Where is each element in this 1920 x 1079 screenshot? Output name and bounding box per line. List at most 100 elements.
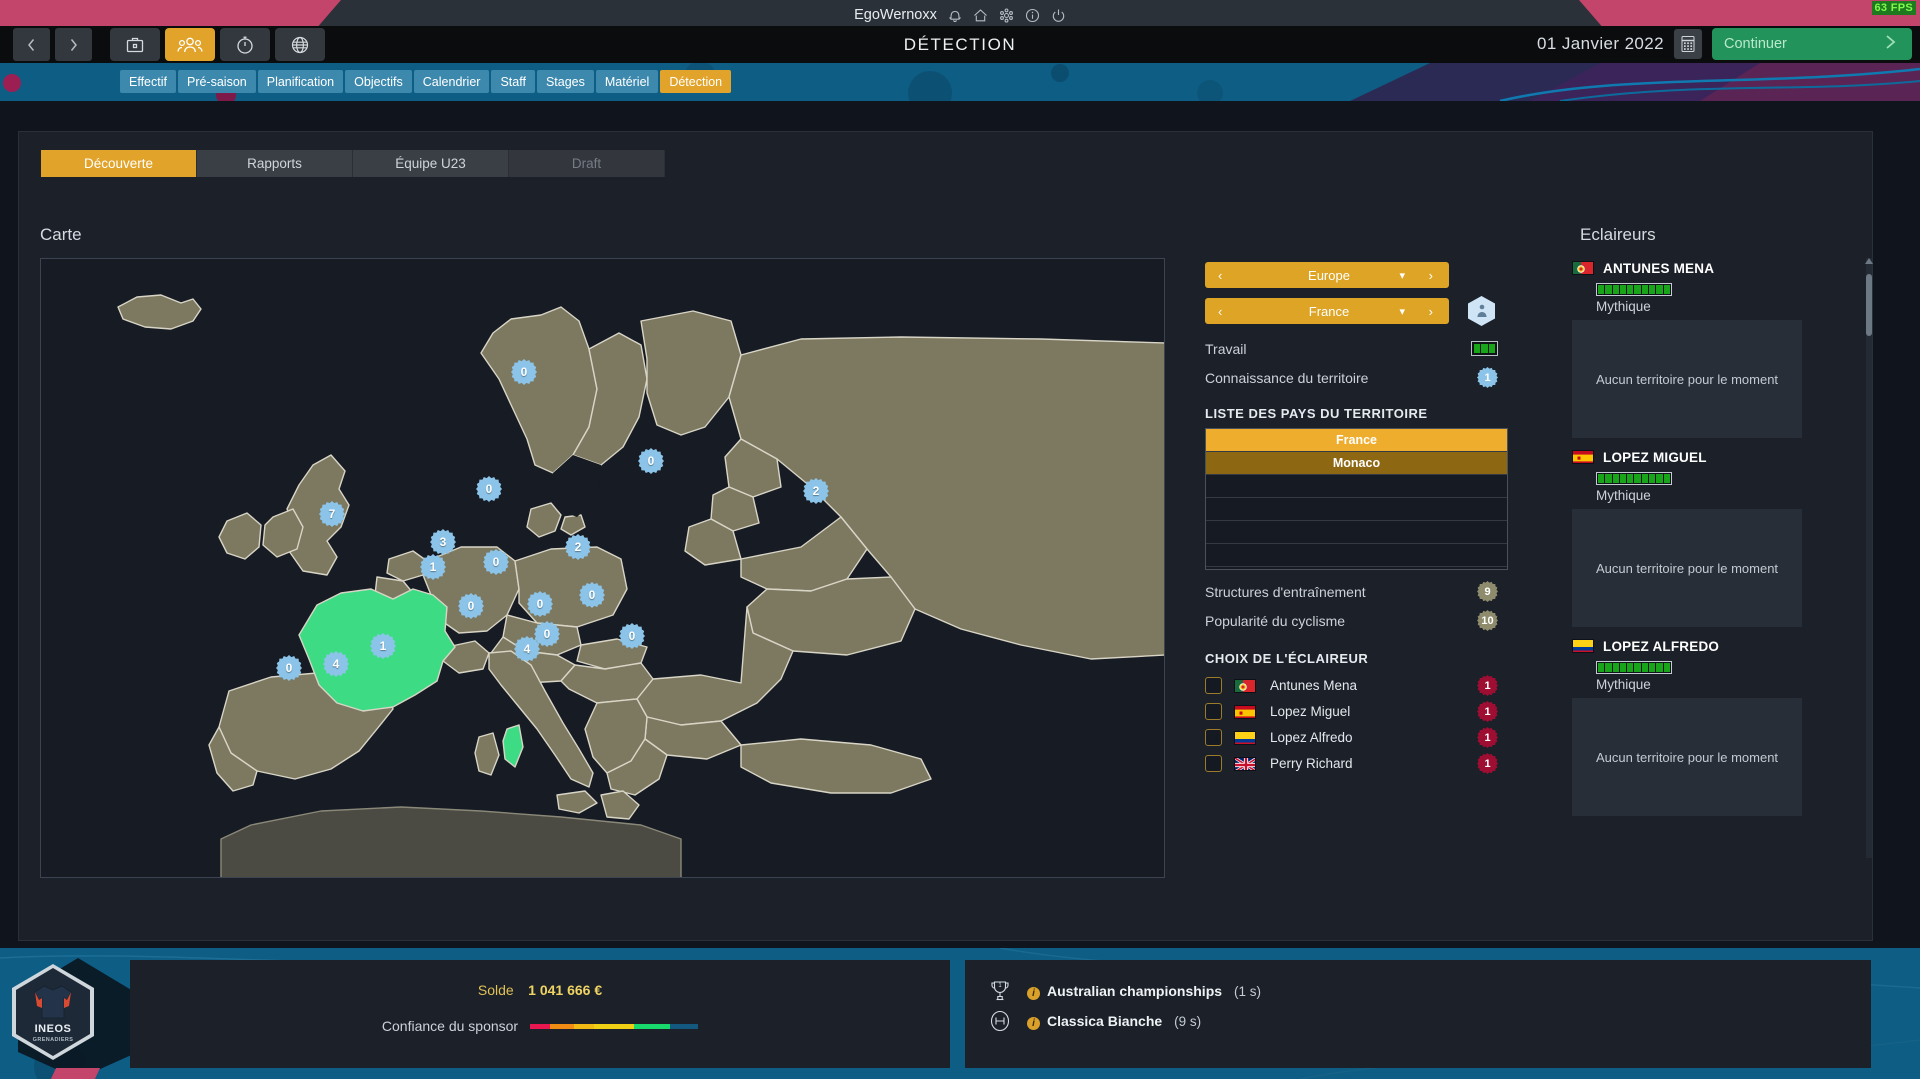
tab-rapports[interactable]: Rapports [197, 150, 353, 177]
map-marker[interactable]: 0 [511, 359, 537, 385]
scout-choice-row[interactable]: Perry Richard 1 [1205, 751, 1498, 776]
tab-decouverte[interactable]: Découverte [41, 150, 197, 177]
map-marker[interactable]: 0 [483, 549, 509, 575]
event-name: Australian championships [1047, 983, 1222, 999]
event-text: i Classica Bianche (9 s) [1027, 1013, 1201, 1030]
chevron-down-icon[interactable]: ▾ [1399, 305, 1405, 318]
next-region-icon[interactable]: › [1429, 268, 1433, 283]
map-marker[interactable]: 3 [430, 529, 456, 555]
event-row[interactable]: i Classica Bianche (9 s) [987, 1006, 1261, 1036]
scouts-scrollbar[interactable] [1866, 258, 1872, 858]
scroll-up-icon[interactable] [1865, 258, 1873, 264]
prev-region-icon[interactable]: ‹ [1218, 268, 1222, 283]
stat-travail-label: Travail [1205, 341, 1247, 357]
scout-entry-name: ANTUNES MENA [1603, 261, 1714, 276]
scout-choice-row[interactable]: Lopez Alfredo 1 [1205, 725, 1498, 750]
subnav-item-3[interactable]: Objectifs [345, 70, 412, 93]
scout-choice-row[interactable]: Lopez Miguel 1 [1205, 699, 1498, 724]
scout-checkbox[interactable] [1205, 703, 1222, 720]
country-list-item[interactable] [1206, 521, 1507, 544]
subnav-label-3: Objectifs [354, 75, 403, 89]
scout-entry-header: ANTUNES MENA [1572, 258, 1858, 278]
map-marker[interactable]: 0 [458, 593, 484, 619]
popularite-badge: 10 [1477, 610, 1498, 631]
subnav-item-4[interactable]: Calendrier [414, 70, 490, 93]
country-list-item[interactable] [1206, 475, 1507, 498]
scroll-thumb [1866, 274, 1872, 336]
map-marker[interactable]: 2 [565, 534, 591, 560]
flag-colombia [1234, 731, 1256, 745]
region-selector-row: ‹ Europe ▾ › [1205, 262, 1555, 288]
subnav-item-1[interactable]: Pré-saison [178, 70, 256, 93]
marker-value: 2 [813, 484, 820, 498]
balance-label: Solde [478, 982, 514, 998]
country-list-item[interactable]: Monaco [1206, 452, 1507, 475]
subnav-item-8[interactable]: Détection [660, 70, 731, 93]
marker-value: 4 [524, 642, 531, 656]
stat-structures-label: Structures d'entraînement [1205, 584, 1366, 600]
info-badge-icon[interactable]: i [1027, 987, 1040, 1000]
scout-hex-icon[interactable] [1468, 296, 1495, 326]
map-marker[interactable]: 2 [803, 478, 829, 504]
country-selector[interactable]: ‹ France ▾ › [1205, 298, 1449, 324]
confidence-row: Confiance du sponsor [130, 1018, 950, 1034]
map-marker[interactable]: 4 [514, 636, 540, 662]
structures-badge: 9 [1477, 581, 1498, 602]
map-marker[interactable]: 0 [619, 623, 645, 649]
map-marker[interactable]: 7 [319, 501, 345, 527]
map-marker[interactable]: 0 [579, 582, 605, 608]
scout-entry-name: LOPEZ MIGUEL [1603, 450, 1707, 465]
subnav-item-2[interactable]: Planification [258, 70, 343, 93]
country-list-item[interactable] [1206, 544, 1507, 567]
power-icon[interactable] [1051, 8, 1066, 23]
info-badge-icon[interactable]: i [1027, 1017, 1040, 1030]
subnav-item-7[interactable]: Matériel [596, 70, 658, 93]
scout-checkbox[interactable] [1205, 729, 1222, 746]
continue-button[interactable]: Continuer [1712, 28, 1912, 60]
tab-equipe-u23[interactable]: Équipe U23 [353, 150, 509, 177]
map-marker[interactable]: 1 [370, 633, 396, 659]
scout-territory-box: Aucun territoire pour le moment [1572, 698, 1802, 816]
country-list-item[interactable]: France [1206, 429, 1507, 452]
next-country-icon[interactable]: › [1429, 304, 1433, 319]
settings-icon[interactable] [999, 8, 1014, 23]
stat-connaissance-label: Connaissance du territoire [1205, 370, 1368, 386]
calendar-icon[interactable] [1674, 29, 1702, 59]
confidence-label: Confiance du sponsor [382, 1018, 518, 1034]
map-marker[interactable]: 0 [638, 448, 664, 474]
marker-value: 0 [544, 627, 551, 641]
scout-choice-row[interactable]: Antunes Mena 1 [1205, 673, 1498, 698]
tab-label-0: Découverte [84, 156, 153, 171]
tab-label-3: Draft [572, 156, 601, 171]
scout-checkbox[interactable] [1205, 755, 1222, 772]
subnav-item-5[interactable]: Staff [491, 70, 534, 93]
home-icon[interactable] [973, 8, 988, 23]
prev-country-icon[interactable]: ‹ [1218, 304, 1222, 319]
chevron-down-icon[interactable]: ▾ [1399, 269, 1405, 282]
scout-territory-box: Aucun territoire pour le moment [1572, 509, 1802, 627]
map-marker[interactable]: 0 [476, 476, 502, 502]
country-list[interactable]: France Monaco [1205, 428, 1508, 570]
subnav-item-6[interactable]: Stages [537, 70, 594, 93]
map-marker[interactable]: 1 [420, 554, 446, 580]
bell-icon[interactable] [948, 8, 962, 23]
subnav-item-0[interactable]: Effectif [120, 70, 176, 93]
scout-choice-badge: 1 [1477, 753, 1498, 774]
europe-map[interactable]: 0 0 0 2 7 3 1 0 2 0 0 1 0 0 0 4 4 0 [40, 258, 1165, 878]
country-list-item[interactable] [1206, 498, 1507, 521]
tab-draft[interactable]: Draft [509, 150, 665, 177]
marker-value: 0 [537, 597, 544, 611]
region-selector[interactable]: ‹ Europe ▾ › [1205, 262, 1449, 288]
subnav-label-7: Matériel [605, 75, 649, 89]
map-marker[interactable]: 4 [323, 651, 349, 677]
stat-structures-row: Structures d'entraînement 9 [1205, 577, 1498, 606]
country-selector-row: ‹ France ▾ › [1205, 296, 1555, 326]
map-marker[interactable]: 0 [276, 655, 302, 681]
scout-checkbox[interactable] [1205, 677, 1222, 694]
event-row[interactable]: 1 i Australian championships (1 s) [987, 976, 1261, 1006]
scouts-panel: ANTUNES MENA Mythique Aucun territoire p… [1572, 258, 1872, 878]
map-marker[interactable]: 0 [527, 591, 553, 617]
subnav-label-2: Planification [267, 75, 334, 89]
info-icon[interactable] [1025, 8, 1040, 23]
tab-label-2: Équipe U23 [395, 156, 466, 171]
